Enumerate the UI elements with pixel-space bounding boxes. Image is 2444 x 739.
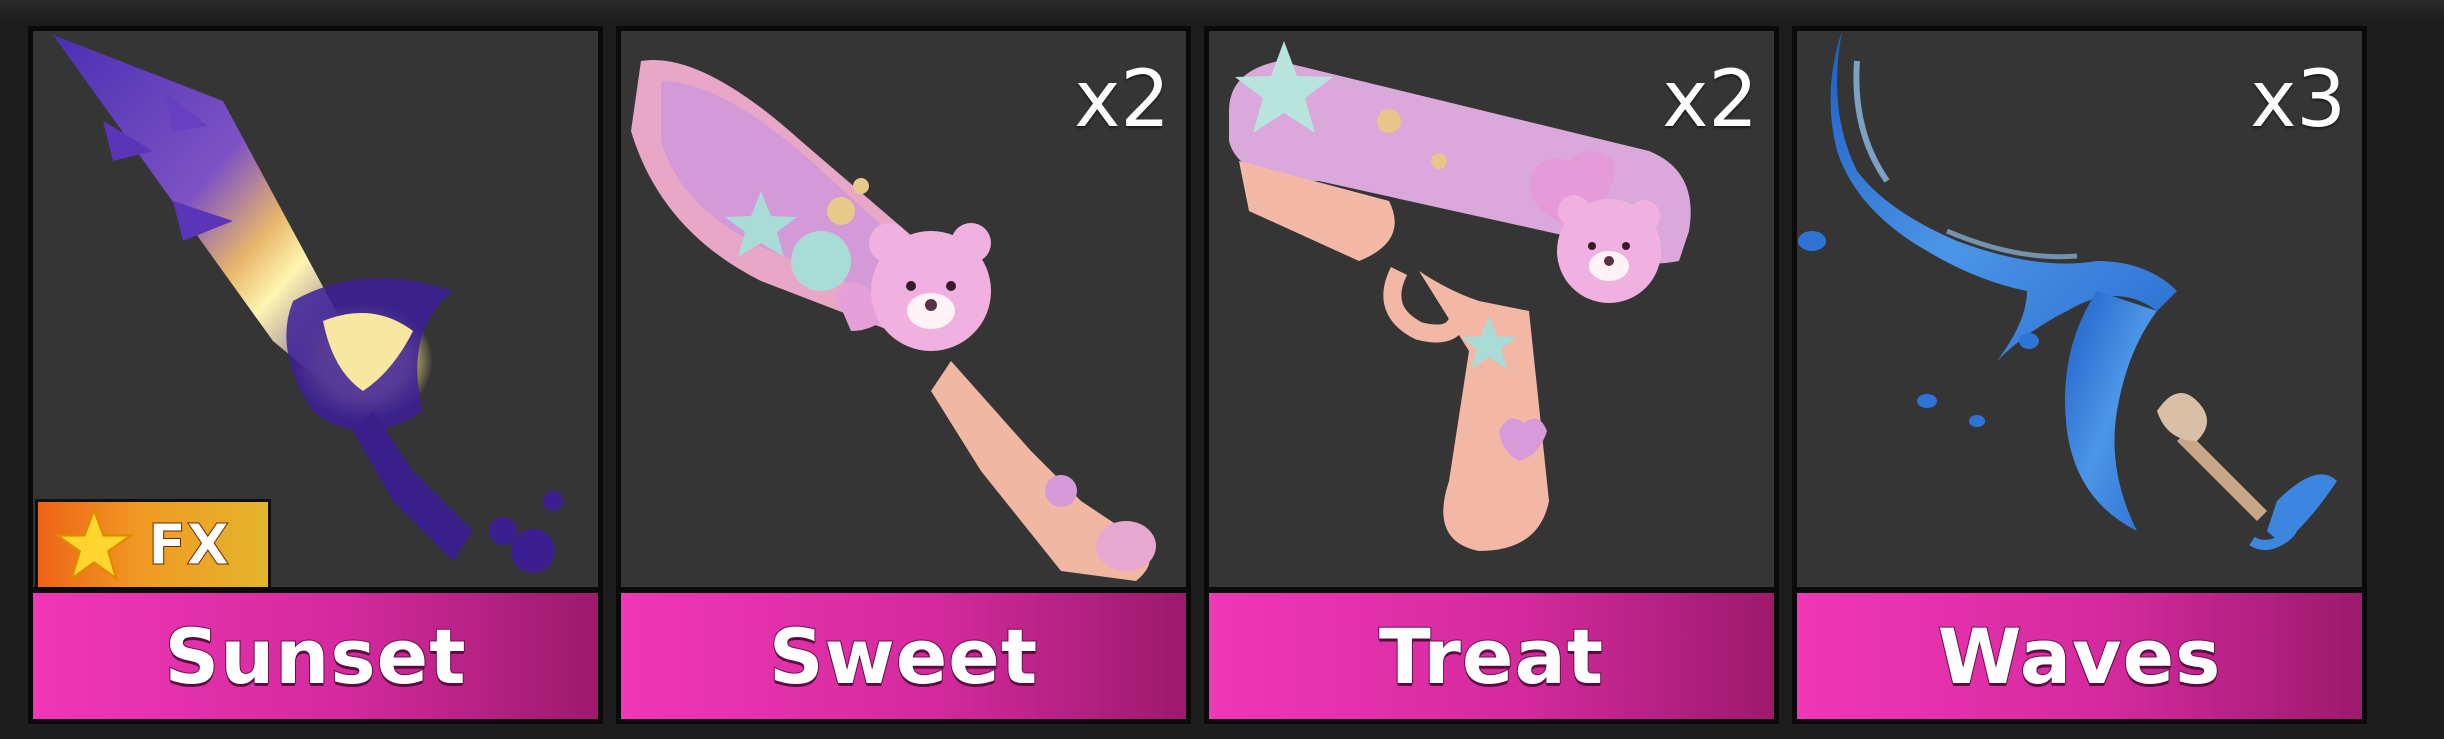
item-quantity: x2 [1662, 55, 1758, 145]
item-name: Sunset [163, 611, 467, 702]
item-quantity: x2 [1074, 55, 1170, 145]
item-nameplate: Treat [1209, 587, 1774, 719]
item-nameplate: Sunset [33, 587, 598, 719]
item-nameplate: Waves [1797, 587, 2362, 719]
fx-badge: FX [35, 499, 271, 591]
inventory-panel: FX Sunset x2 Sweet x2 Treat x3 Waves [0, 0, 2444, 739]
item-name: Sweet [768, 611, 1039, 702]
panel-top-edge [0, 0, 2444, 22]
item-card-sunset[interactable]: FX Sunset [28, 26, 603, 724]
item-card-treat[interactable]: x2 Treat [1204, 26, 1779, 724]
item-card-waves[interactable]: x3 Waves [1792, 26, 2367, 724]
fx-badge-label: FX [147, 512, 230, 578]
item-quantity: x3 [2250, 55, 2346, 145]
item-name: Waves [1937, 611, 2222, 702]
item-name: Treat [1378, 611, 1605, 702]
star-icon [54, 506, 134, 582]
item-card-sweet[interactable]: x2 Sweet [616, 26, 1191, 724]
item-nameplate: Sweet [621, 587, 1186, 719]
